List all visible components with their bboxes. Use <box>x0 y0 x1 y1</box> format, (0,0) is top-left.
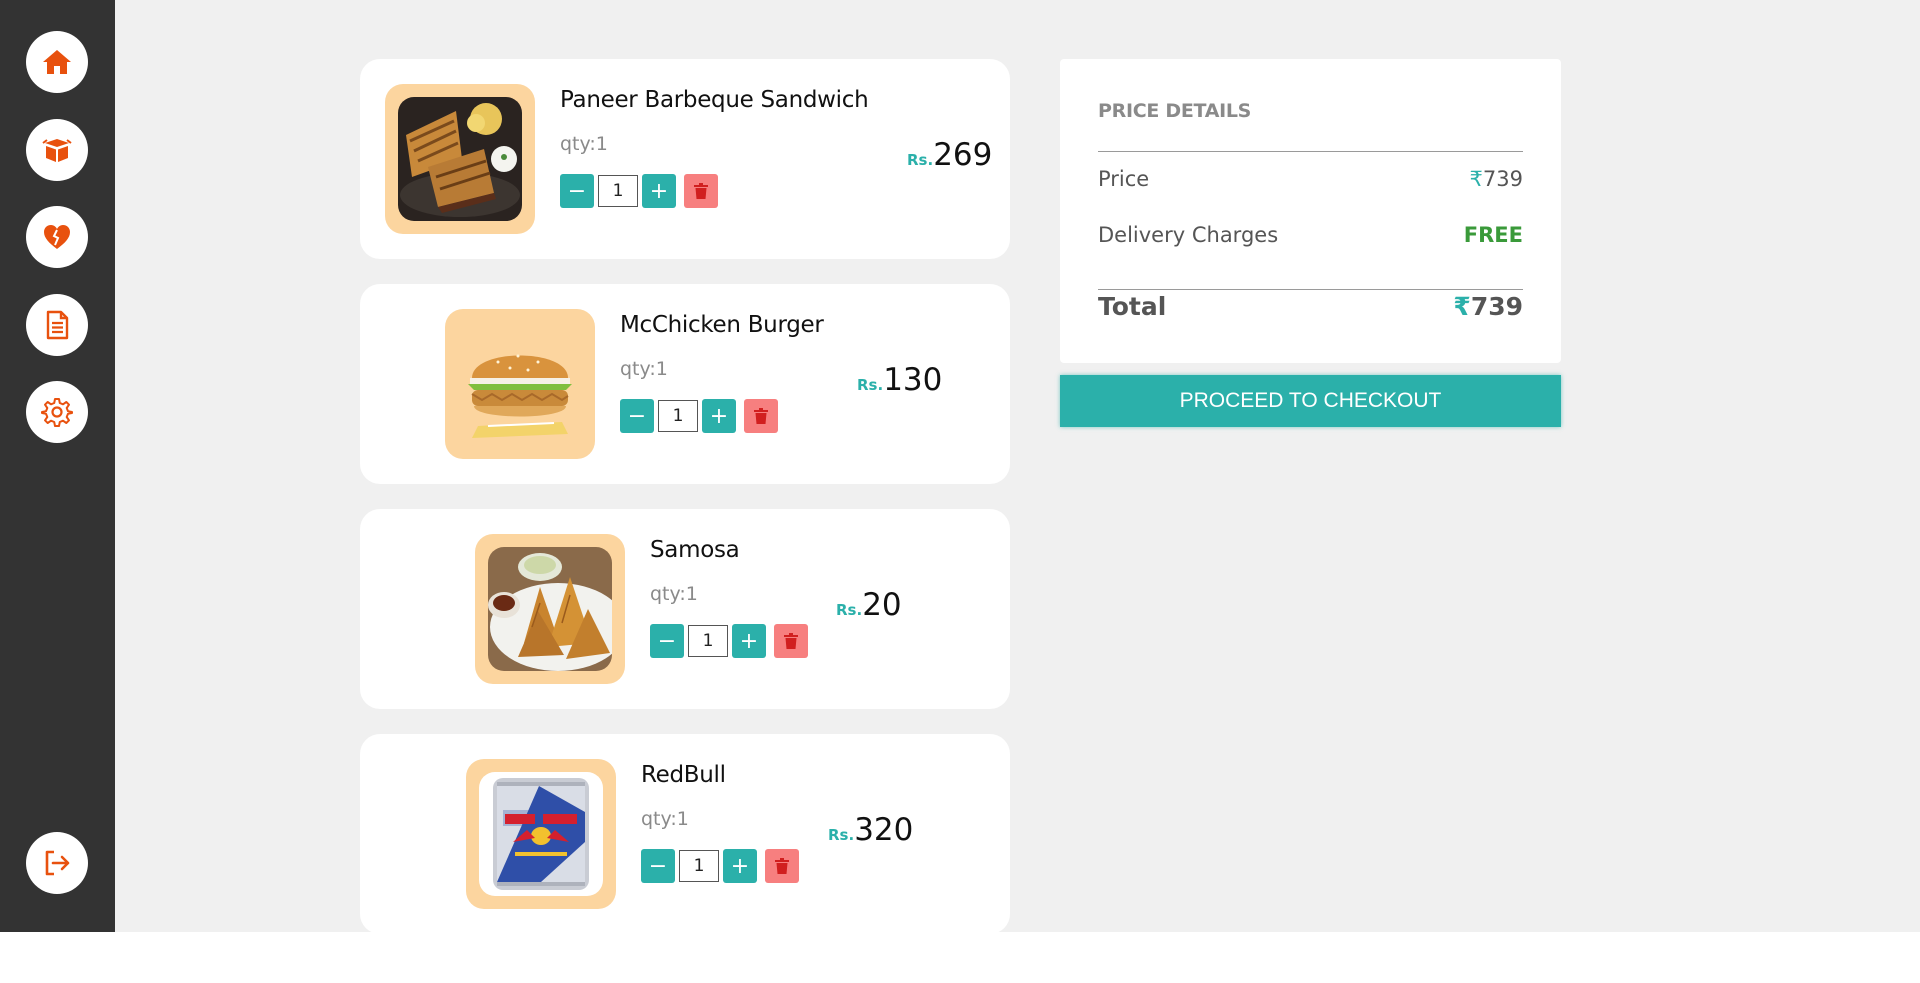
home-icon <box>43 50 71 74</box>
price-value: 130 <box>883 362 943 398</box>
item-price: Rs.269 <box>907 137 992 173</box>
total-label: Total <box>1098 292 1167 321</box>
price-row: Price ₹739 <box>1098 167 1523 191</box>
quantity-controls: − + <box>560 174 718 208</box>
delete-item-button[interactable] <box>744 399 778 433</box>
qty-input[interactable] <box>679 850 719 882</box>
decrease-qty-button[interactable]: − <box>620 399 654 433</box>
minus-icon: − <box>657 628 677 654</box>
minus-icon: − <box>627 403 647 429</box>
rupee-symbol: ₹ <box>1469 167 1483 191</box>
divider <box>1098 289 1523 290</box>
cart-item: RedBull qty:1 − + Rs.320 <box>360 734 1010 934</box>
delivery-value: FREE <box>1463 223 1523 247</box>
orders-button[interactable] <box>26 119 88 181</box>
cart-item: McChicken Burger qty:1 − + Rs.130 <box>360 284 1010 484</box>
item-name: Samosa <box>650 537 740 563</box>
minus-icon: − <box>648 853 668 879</box>
total-amount: ₹739 <box>1453 292 1523 321</box>
cart-item: Paneer Barbeque Sandwich qty:1 − + Rs.26… <box>360 59 1010 259</box>
price-amount: ₹739 <box>1470 167 1523 191</box>
item-name: RedBull <box>641 762 726 788</box>
increase-qty-button[interactable]: + <box>732 624 766 658</box>
currency-label: Rs. <box>828 826 855 844</box>
price-value: 739 <box>1482 167 1523 191</box>
decrease-qty-button[interactable]: − <box>560 174 594 208</box>
item-qty-label: qty:1 <box>641 808 689 830</box>
quantity-controls: − + <box>641 849 799 883</box>
item-image-frame <box>466 759 616 909</box>
gear-icon <box>41 398 73 427</box>
item-price: Rs.130 <box>857 362 942 398</box>
item-image-frame <box>445 309 595 459</box>
price-value: 269 <box>933 137 993 173</box>
currency-label: Rs. <box>836 601 863 619</box>
sidebar <box>0 0 115 932</box>
quantity-controls: − + <box>620 399 778 433</box>
currency-label: Rs. <box>857 376 884 394</box>
item-qty-label: qty:1 <box>650 583 698 605</box>
item-image <box>458 322 582 446</box>
checkout-button[interactable]: PROCEED TO CHECKOUT <box>1060 375 1561 427</box>
documents-button[interactable] <box>26 294 88 356</box>
plus-icon: + <box>709 403 729 429</box>
divider <box>1098 151 1523 152</box>
trash-icon <box>775 858 789 874</box>
item-name: McChicken Burger <box>620 312 824 338</box>
plus-icon: + <box>730 853 750 879</box>
delivery-row: Delivery Charges FREE <box>1098 223 1523 247</box>
settings-button[interactable] <box>26 381 88 443</box>
decrease-qty-button[interactable]: − <box>650 624 684 658</box>
item-price: Rs.20 <box>836 587 902 623</box>
qty-input[interactable] <box>688 625 728 657</box>
logout-icon <box>45 850 70 876</box>
item-image <box>488 547 612 671</box>
delete-item-button[interactable] <box>774 624 808 658</box>
currency-label: Rs. <box>907 151 934 169</box>
item-name: Paneer Barbeque Sandwich <box>560 87 869 113</box>
logout-button[interactable] <box>26 832 88 894</box>
qty-input[interactable] <box>658 400 698 432</box>
delivery-label: Delivery Charges <box>1098 223 1279 247</box>
qty-input[interactable] <box>598 175 638 207</box>
trash-icon <box>694 183 708 199</box>
total-value: 739 <box>1470 292 1523 321</box>
item-image-frame <box>475 534 625 684</box>
item-image <box>398 97 522 221</box>
delete-item-button[interactable] <box>684 174 718 208</box>
increase-qty-button[interactable]: + <box>642 174 676 208</box>
price-details-card: PRICE DETAILS Price ₹739 Delivery Charge… <box>1060 59 1561 363</box>
document-icon <box>46 310 69 340</box>
increase-qty-button[interactable]: + <box>702 399 736 433</box>
box-icon <box>42 139 72 162</box>
plus-icon: + <box>739 628 759 654</box>
item-price: Rs.320 <box>828 812 913 848</box>
item-image-frame <box>385 84 535 234</box>
item-image <box>479 772 603 896</box>
price-details-title: PRICE DETAILS <box>1098 100 1252 122</box>
price-value: 320 <box>854 812 914 848</box>
decrease-qty-button[interactable]: − <box>641 849 675 883</box>
heart-icon <box>44 225 70 249</box>
minus-icon: − <box>567 178 587 204</box>
cart-item: Samosa qty:1 − + Rs.20 <box>360 509 1010 709</box>
price-label: Price <box>1098 167 1150 191</box>
delete-item-button[interactable] <box>765 849 799 883</box>
price-value: 20 <box>862 587 902 623</box>
rupee-symbol: ₹ <box>1453 292 1471 321</box>
home-button[interactable] <box>26 31 88 93</box>
item-qty-label: qty:1 <box>620 358 668 380</box>
app-background: Paneer Barbeque Sandwich qty:1 − + Rs.26… <box>0 0 1920 934</box>
trash-icon <box>754 408 768 424</box>
increase-qty-button[interactable]: + <box>723 849 757 883</box>
trash-icon <box>784 633 798 649</box>
item-qty-label: qty:1 <box>560 133 608 155</box>
total-row: Total ₹739 <box>1098 292 1523 321</box>
quantity-controls: − + <box>650 624 808 658</box>
plus-icon: + <box>649 178 669 204</box>
favorites-button[interactable] <box>26 206 88 268</box>
